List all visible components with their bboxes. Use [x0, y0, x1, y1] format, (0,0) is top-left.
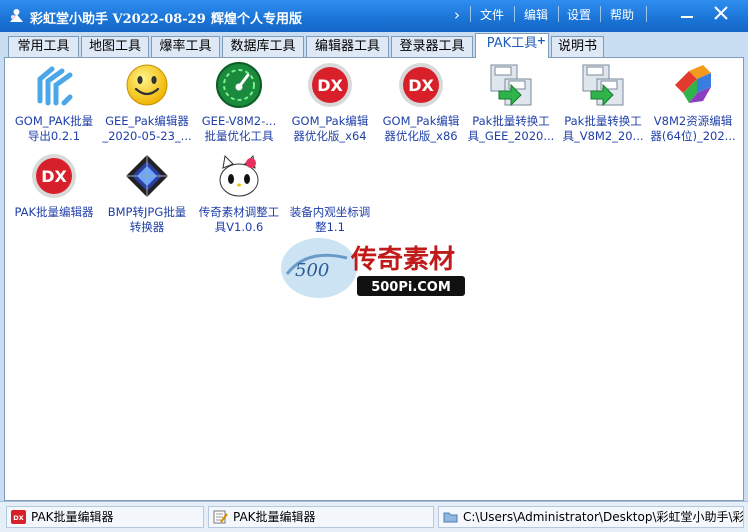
tab-label: 常用工具 [17, 39, 70, 54]
tab-label: 数据库工具 [230, 39, 296, 54]
tool-item-legend-material-adjust[interactable]: 传奇素材调整工 具V1.0.6 [194, 152, 284, 234]
menu-divider [514, 6, 515, 22]
tool-label: GOM_PAK批量 导出0.2.1 [14, 114, 94, 143]
tool-label: Pak批量转换工 具_GEE_2020... [467, 114, 555, 143]
dx-icon: DX [399, 63, 443, 107]
menu-edit[interactable]: 编辑 [524, 6, 548, 23]
svg-text:DX: DX [13, 514, 23, 522]
tab-label: 登录器工具 [399, 39, 465, 54]
tab-common-tools[interactable]: 常用工具 [8, 36, 79, 57]
svg-text:DX: DX [408, 76, 434, 95]
tool-item-bmp-to-jpg[interactable]: BMP转JPG批量 转换器 [102, 152, 192, 234]
diamond-icon [126, 155, 168, 197]
tool-item-gom-pak-editor-x64[interactable]: DX GOM_Pak编辑 器优化版_x64 [285, 61, 375, 151]
menu-divider [646, 6, 647, 22]
cubes-icon [675, 65, 711, 103]
status-text: PAK批量编辑器 [31, 510, 114, 524]
status-segment-path: C:\Users\Administrator\Desktop\彩虹堂小助手\彩 [438, 506, 744, 528]
watermark-site: 500Pi.COM [371, 280, 451, 295]
window-title: 彩虹堂小助手 V2022-08-29 [30, 12, 206, 27]
tool-item-gee-pak-editor[interactable]: GEE_Pak编辑器 _2020-05-23_... [102, 61, 192, 151]
tab-drop-rate-tools[interactable]: 爆率工具 [151, 36, 220, 57]
minimize-icon[interactable] [677, 5, 697, 21]
menu-help[interactable]: 帮助 [610, 6, 634, 23]
dx-icon: DX [11, 510, 26, 524]
tool-label: PAK批量编辑器 [14, 205, 94, 219]
tool-list: GOM_PAK批量 导出0.2.1 GEE_Pak编辑器 _2020-05-23… [4, 57, 744, 501]
tool-item-gom-pak-export[interactable]: GOM_PAK批量 导出0.2.1 [9, 61, 99, 151]
tool-item-pak-batch-editor[interactable]: DX PAK批量编辑器 [9, 152, 99, 232]
tool-item-v8m2-resource-editor[interactable]: V8M2资源编辑 器(64位)_202... [648, 61, 738, 151]
tool-item-gom-pak-editor-x86[interactable]: DX GOM_Pak编辑 器优化版_x86 [376, 61, 466, 151]
tab-label: 爆率工具 [159, 39, 212, 54]
svg-text:DX: DX [41, 167, 67, 186]
tool-label: GEE-V8M2-... 批量优化工具 [201, 114, 277, 143]
note-edit-icon [213, 510, 228, 524]
status-text: PAK批量编辑器 [233, 510, 316, 524]
gauge-icon [216, 62, 262, 108]
dx-icon: DX [308, 63, 352, 107]
tool-item-equipment-coordinate[interactable]: 装备内观坐标调 整1.1 [285, 152, 375, 234]
tab-strip: 常用工具 地图工具 爆率工具 数据库工具 编辑器工具 登录器工具 PAK工具 +… [0, 32, 748, 58]
converter-icon [490, 64, 532, 107]
tab-editor-tools[interactable]: 编辑器工具 [306, 36, 389, 57]
watermark-brand: 传奇素材 [350, 245, 455, 275]
title-bar[interactable]: 彩虹堂小助手 V2022-08-29 辉煌个人专用版 › 文件 编辑 设置 帮助 [0, 0, 748, 32]
chevron-right-icon[interactable]: › [454, 6, 460, 24]
tool-item-gee-v8m2-optimizer[interactable]: GEE-V8M2-... 批量优化工具 [194, 61, 284, 151]
menu-divider [558, 6, 559, 22]
tool-label: V8M2资源编辑 器(64位)_202... [650, 114, 736, 143]
tool-label: GOM_Pak编辑 器优化版_x64 [291, 114, 369, 143]
tool-label: BMP转JPG批量 转换器 [107, 205, 187, 234]
close-icon[interactable] [711, 3, 731, 23]
menu-divider [600, 6, 601, 22]
tool-label: GEE_Pak编辑器 _2020-05-23_... [102, 114, 192, 143]
kitty-icon [219, 154, 259, 197]
tool-label: 传奇素材调整工 具V1.0.6 [198, 205, 280, 234]
tab-map-tools[interactable]: 地图工具 [81, 36, 149, 57]
status-segment-description: PAK批量编辑器 [208, 506, 434, 528]
converter-icon [582, 64, 624, 107]
tab-label: PAK工具 [486, 36, 538, 51]
tab-launcher-tools[interactable]: 登录器工具 [391, 36, 473, 57]
watermark-logo: 500 传奇素材 500Pi.COM [281, 238, 465, 298]
tab-label: 说明书 [557, 39, 597, 54]
status-bar: DX PAK批量编辑器 PAK批量编辑器 C:\Users\Administra… [0, 501, 748, 532]
add-tab-icon[interactable]: + [537, 31, 546, 50]
gom-stripes-icon [37, 66, 73, 106]
window-subtitle: 辉煌个人专用版 [211, 12, 303, 27]
app-icon [10, 9, 23, 22]
tool-item-pak-converter-v8m2[interactable]: Pak批量转换工 具_V8M2_20... [558, 61, 648, 151]
menu-settings[interactable]: 设置 [567, 6, 591, 23]
tab-pak-tools[interactable]: PAK工具 + [475, 33, 549, 58]
tab-database-tools[interactable]: 数据库工具 [222, 36, 304, 57]
watermark-badge: 500 [295, 260, 329, 281]
folder-icon [443, 512, 458, 523]
smiley-icon [126, 64, 168, 106]
tab-label: 编辑器工具 [314, 39, 380, 54]
dx-icon: DX [32, 154, 76, 198]
tool-label: GOM_Pak编辑 器优化版_x86 [382, 114, 460, 143]
tool-item-pak-converter-gee[interactable]: Pak批量转换工 具_GEE_2020... [466, 61, 556, 151]
tool-label: Pak批量转换工 具_V8M2_20... [562, 114, 644, 143]
menu-file[interactable]: 文件 [480, 6, 504, 23]
tab-manual[interactable]: 说明书 [551, 36, 604, 57]
status-segment-selected-tool: DX PAK批量编辑器 [6, 506, 204, 528]
menu-divider [470, 6, 471, 22]
svg-text:DX: DX [317, 76, 343, 95]
tab-label: 地图工具 [88, 39, 141, 54]
status-path-text: C:\Users\Administrator\Desktop\彩虹堂小助手\彩 [463, 510, 744, 524]
